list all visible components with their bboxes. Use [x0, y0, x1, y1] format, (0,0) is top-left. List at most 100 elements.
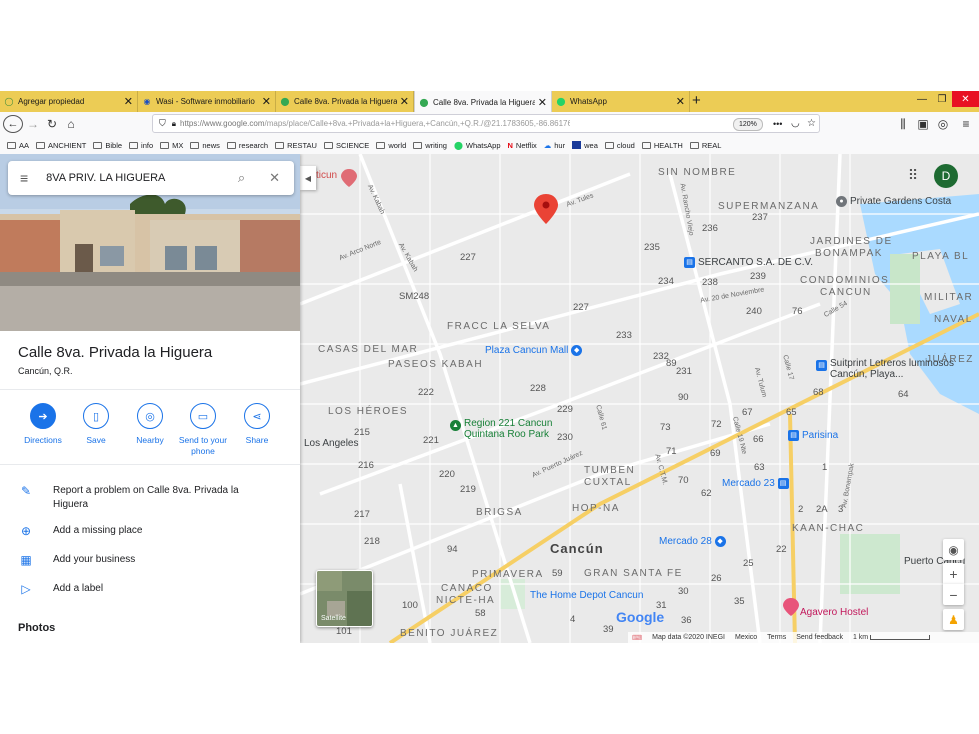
map-label-number: 4 [570, 614, 576, 625]
send-feedback-link[interactable]: Send feedback [796, 634, 843, 641]
tab-wasi[interactable]: ◉ Wasi - Software inmobiliario ✕ [138, 91, 276, 112]
library-icon[interactable]: ⫼ [896, 115, 910, 133]
place-icon: ● [836, 196, 847, 207]
poi-mercado-23[interactable]: Mercado 23 ▤ [722, 478, 792, 489]
add-label-link[interactable]: ▷ Add a label [18, 582, 263, 596]
pocket-icon[interactable]: ◡ [791, 118, 800, 129]
map-label-area: TUMBEN [584, 465, 636, 476]
close-icon[interactable]: ✕ [262, 95, 271, 108]
bookmark-folder[interactable]: news [190, 141, 220, 150]
bookmark-folder[interactable]: AA [7, 141, 29, 150]
bookmark-hur[interactable]: ☁ hur [544, 141, 565, 150]
add-missing-place-link[interactable]: ⊕ Add a missing place [18, 524, 263, 538]
map-label-number: 71 [666, 446, 677, 457]
poi-mercado-28[interactable]: Mercado 28 ◆ [659, 536, 729, 547]
bookmark-folder[interactable]: SCIENCE [323, 141, 369, 150]
search-box[interactable]: ≡ 8VA PRIV. LA HIGUERA ⌕ ✕ [8, 161, 294, 195]
url-bar[interactable]: ⛉ 🔒︎ https://www.google.com /maps/place/… [152, 114, 820, 133]
minimize-button[interactable]: — [912, 91, 932, 107]
more-actions-icon[interactable]: ••• [773, 119, 782, 129]
bookmark-folder[interactable]: MX [160, 141, 183, 150]
map-label-number: 239 [750, 271, 766, 282]
close-icon[interactable]: ✕ [538, 96, 547, 109]
bookmark-folder[interactable]: HEALTH [641, 141, 683, 150]
country-link[interactable]: Mexico [735, 634, 757, 641]
close-window-button[interactable]: ✕ [952, 91, 979, 107]
tab-calle-8va-1[interactable]: ⬤ Calle 8va. Privada la Higuera - ✕ [276, 91, 414, 112]
menu-icon[interactable]: ≡ [959, 115, 973, 133]
report-problem-link[interactable]: ✎ Report a problem on Calle 8va. Privada… [18, 484, 263, 512]
shop-icon: ▤ [788, 430, 799, 441]
folder-icon [275, 141, 285, 149]
poi-sercanto[interactable]: ▤ SERCANTO S.A. DE C.V. [684, 257, 813, 268]
search-input[interactable]: 8VA PRIV. LA HIGUERA [46, 172, 238, 184]
bookmark-whatsapp[interactable]: ⬤ WhatsApp [454, 141, 501, 150]
map-area[interactable]: ticun SIN NOMBRE SUPERMANZANA JARDINES D… [0, 154, 979, 643]
zoom-level[interactable]: 120% [733, 118, 763, 131]
collapse-panel-button[interactable]: ◀ [300, 166, 316, 190]
send-to-phone-button[interactable]: ▭ Send to your phone [176, 403, 230, 457]
share-button[interactable]: ⋖ Share [230, 403, 284, 446]
close-icon[interactable]: ✕ [269, 170, 280, 186]
zoom-out-button[interactable]: − [943, 584, 964, 605]
bookmark-folder[interactable]: REAL [689, 141, 721, 150]
map-label-number: 216 [358, 460, 374, 471]
tab-whatsapp[interactable]: ⬤ WhatsApp ✕ [552, 91, 690, 112]
shop-icon: ◆ [714, 536, 726, 547]
poi-private-gardens[interactable]: ● Private Gardens Costa [836, 196, 951, 207]
menu-icon[interactable]: ≡ [20, 170, 28, 186]
folder-icon [160, 141, 170, 149]
tab-agregar-propiedad[interactable]: ◯ Agregar propiedad ✕ [0, 91, 138, 112]
star-icon[interactable]: ☆ [807, 118, 816, 129]
poi-home-depot[interactable]: The Home Depot Cancun [530, 590, 643, 601]
poi-suitprint[interactable]: ▤ Suitprint Letreros luminosos Cancún, Pl… [816, 358, 956, 380]
poi-region-221-park[interactable]: ▲ Region 221 Cancun Quintana Roo Park [450, 418, 570, 440]
my-location-icon[interactable]: ◉ [943, 539, 964, 560]
satellite-toggle[interactable]: Satellite [316, 570, 373, 627]
restore-button[interactable]: ❐ [932, 91, 952, 107]
bookmark-folder[interactable]: cloud [604, 141, 635, 150]
tab-calle-8va-active[interactable]: ⬤ Calle 8va. Privada la Higuera - ✕ [414, 91, 552, 113]
scale-bar [870, 635, 931, 640]
zoom-in-button[interactable]: + [943, 563, 964, 584]
new-tab-button[interactable]: + [692, 92, 701, 110]
close-icon[interactable]: ✕ [124, 95, 133, 108]
map-label-number: 233 [616, 330, 632, 341]
browser-window: ◯ Agregar propiedad ✕ ◉ Wasi - Software … [0, 91, 979, 643]
map-label-area: KAAN-CHAC [792, 523, 865, 534]
map-label-number: 76 [792, 306, 803, 317]
nearby-button[interactable]: ◎ Nearby [123, 403, 177, 446]
bookmark-folder[interactable]: Bible [93, 141, 122, 150]
sidebar-icon[interactable]: ▣ [916, 115, 930, 133]
home-icon[interactable]: ⌂ [64, 115, 78, 133]
account-icon[interactable]: ◎ [936, 115, 950, 133]
bookmark-wea[interactable]: wea [572, 141, 598, 150]
avatar[interactable]: D [934, 164, 958, 188]
map-label-number: 36 [681, 615, 692, 626]
poi-plaza-cancun[interactable]: Plaza Cancun Mall ◆ [485, 345, 585, 356]
reload-button[interactable]: ↻ [45, 115, 59, 133]
bookmark-folder[interactable]: info [129, 141, 153, 150]
poi-los-angeles[interactable]: Los Angeles [304, 438, 359, 449]
pegman-icon[interactable]: ♟ [943, 609, 964, 630]
map-label-number: 229 [557, 404, 573, 415]
folder-icon [93, 141, 103, 149]
forward-button[interactable]: → [26, 115, 40, 133]
back-button[interactable]: ← [3, 115, 23, 133]
apps-grid-icon[interactable]: ⠿ [904, 166, 922, 184]
bookmark-folder[interactable]: writing [413, 141, 447, 150]
terms-link[interactable]: Terms [767, 634, 786, 641]
save-button[interactable]: ▯ Save [69, 403, 123, 446]
close-icon[interactable]: ✕ [400, 95, 409, 108]
bookmark-netflix[interactable]: N Netflix [508, 141, 537, 150]
bookmark-folder[interactable]: research [226, 141, 268, 150]
search-icon[interactable]: ⌕ [238, 170, 245, 186]
add-business-link[interactable]: ▦ Add your business [18, 553, 263, 567]
bookmark-folder[interactable]: world [376, 141, 406, 150]
directions-button[interactable]: ➔ Directions [16, 403, 70, 446]
poi-parisina[interactable]: ▤ Parisina [788, 430, 838, 441]
bookmark-folder[interactable]: ANCHIENT [36, 141, 86, 150]
bookmark-folder[interactable]: RESTAU [275, 141, 317, 150]
close-icon[interactable]: ✕ [676, 95, 685, 108]
poi-agavero-hostel[interactable]: Agavero Hostel [800, 607, 868, 618]
